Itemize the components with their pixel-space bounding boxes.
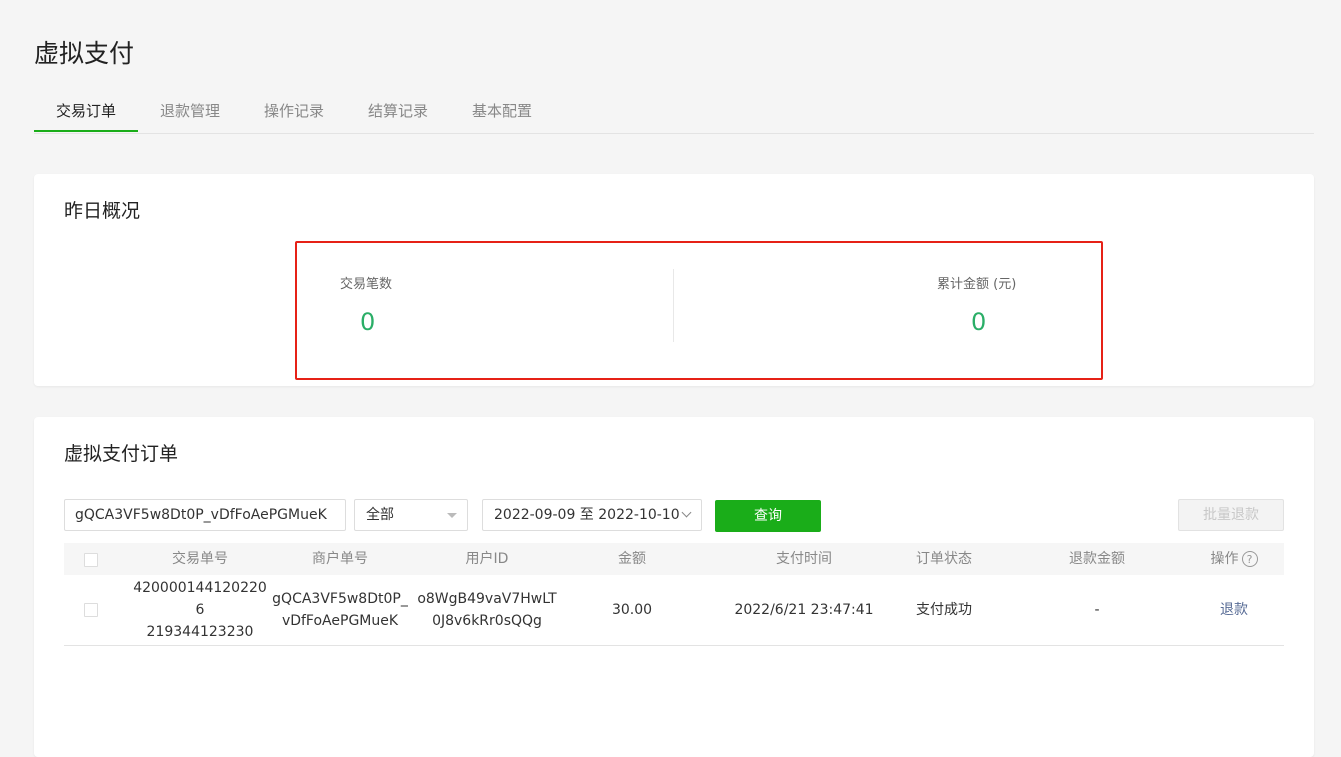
orders-card: 虚拟支付订单 全部 2022-09-09 至 2022-10-10 查询 批量退… (34, 417, 1314, 757)
merchant-no-line-2: vDfFoAePGMueK (281, 613, 399, 629)
tab-settlement-records[interactable]: 结算记录 (354, 96, 442, 132)
cell-user-id: o8WgB49vaV7HwLT 0J8v6kRr0sQQg (410, 575, 564, 645)
col-actions: 操作? (1184, 543, 1284, 575)
col-actions-label: 操作 (1210, 551, 1239, 567)
page-title: 虚拟支付 (34, 39, 135, 68)
table-header: 交易单号 商户单号 用户ID 金额 支付时间 订单状态 退款金额 操作? (64, 543, 1284, 575)
caret-down-icon (447, 513, 457, 518)
row-checkbox[interactable] (84, 603, 98, 617)
col-order-status: 订单状态 (916, 551, 972, 567)
stat-amount-value: 0 (971, 308, 987, 336)
cell-actions: 退款 (1184, 575, 1284, 645)
query-button[interactable]: 查询 (715, 500, 821, 532)
tab-refund-management[interactable]: 退款管理 (146, 96, 234, 132)
stat-count-value: 0 (360, 308, 376, 336)
tab-bar: 交易订单 退款管理 操作记录 结算记录 基本配置 (34, 96, 1314, 134)
trade-no-line-1: 4200001441202206 (133, 580, 267, 618)
date-range-picker[interactable]: 2022-09-09 至 2022-10-10 (482, 499, 702, 531)
stat-count-label: 交易笔数 (340, 277, 393, 292)
cell-amount: 30.00 (611, 602, 653, 618)
chevron-down-icon (681, 507, 692, 518)
cell-order-status: 支付成功 (916, 602, 972, 618)
summary-card: 昨日概况 交易笔数 0 累计金额 (元) 0 (34, 174, 1314, 386)
table-row: 4200001441202206 219344123230 gQCA3VF5w8D… (64, 575, 1284, 646)
col-refund-amount: 退款金额 (1069, 551, 1125, 567)
summary-title: 昨日概况 (64, 200, 141, 222)
stat-divider (673, 269, 674, 342)
batch-refund-button[interactable]: 批量退款 (1178, 499, 1284, 531)
stat-amount-label: 累计金额 (元) (937, 277, 1017, 292)
orders-title: 虚拟支付订单 (64, 443, 179, 465)
status-select-value: 全部 (366, 507, 394, 523)
status-select[interactable]: 全部 (354, 499, 468, 531)
refund-link[interactable]: 退款 (1220, 599, 1248, 621)
tab-trade-orders[interactable]: 交易订单 (34, 96, 138, 132)
tab-operation-records[interactable]: 操作记录 (250, 96, 338, 132)
col-merchant-no: 商户单号 (312, 551, 368, 567)
col-amount: 金额 (618, 551, 646, 567)
col-pay-time: 支付时间 (776, 551, 832, 567)
trade-no-line-2: 219344123230 (146, 624, 254, 640)
col-trade-no: 交易单号 (172, 551, 228, 567)
merchant-no-line-1: gQCA3VF5w8Dt0P_ (272, 591, 408, 607)
cell-trade-no: 4200001441202206 219344123230 (130, 575, 270, 645)
col-user-id: 用户ID (465, 551, 509, 567)
cell-refund-amount: - (1094, 602, 1100, 618)
date-range-value: 2022-09-09 至 2022-10-10 (494, 507, 680, 523)
help-icon[interactable]: ? (1241, 551, 1258, 567)
active-tab-indicator (34, 130, 138, 132)
user-id-line-2: 0J8v6kRr0sQQg (432, 613, 542, 629)
order-search-input[interactable] (64, 499, 346, 531)
select-all-checkbox[interactable] (84, 553, 98, 567)
user-id-line-1: o8WgB49vaV7HwLT (417, 591, 557, 607)
cell-merchant-no: gQCA3VF5w8Dt0P_ vDfFoAePGMueK (270, 575, 410, 645)
tab-basic-config[interactable]: 基本配置 (458, 96, 546, 132)
cell-pay-time: 2022/6/21 23:47:41 (734, 602, 874, 618)
